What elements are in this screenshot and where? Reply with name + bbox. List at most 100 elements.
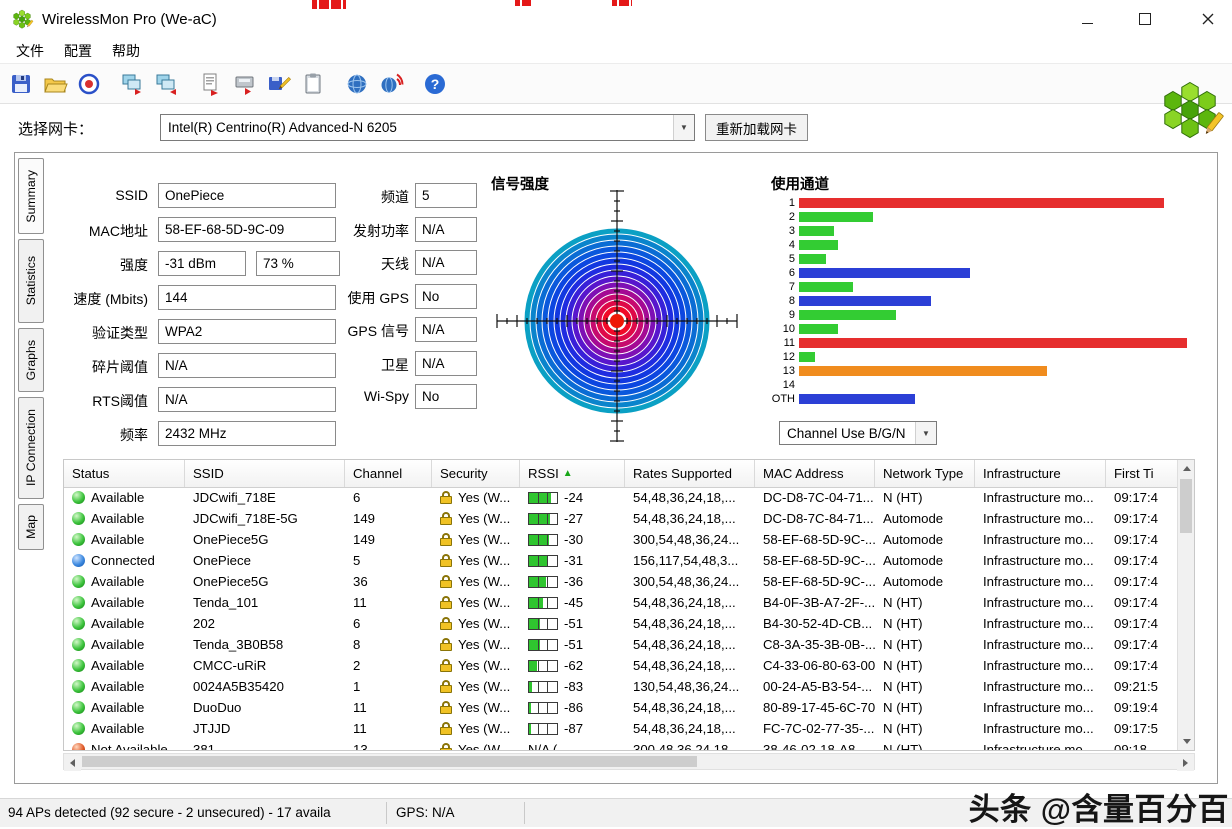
tab-ip-connection[interactable]: IP Connection <box>18 397 44 499</box>
menu-item-help[interactable]: 帮助 <box>102 38 150 64</box>
security-text: Yes (W... <box>458 511 510 526</box>
column-header-channel[interactable]: Channel <box>345 460 432 487</box>
table-row[interactable]: ConnectedOnePiece5Yes (W...-31156,117,54… <box>64 550 1179 571</box>
reload-adapter-button[interactable]: 重新加载网卡 <box>705 114 808 141</box>
export-button[interactable] <box>116 68 150 100</box>
open-button[interactable] <box>38 68 72 100</box>
maximize-icon <box>1139 13 1151 25</box>
status-text: Available <box>91 490 144 505</box>
frequency-field[interactable]: 2432 MHz <box>158 421 336 446</box>
cell-ssid: Tenda_101 <box>185 592 345 613</box>
table-row[interactable]: AvailableCMCC-uRiR2Yes (W...-6254,48,36,… <box>64 655 1179 676</box>
channel-mode-select[interactable]: Channel Use B/G/N ▼ <box>779 421 937 445</box>
cell-security: Yes (W... <box>432 592 520 613</box>
cell-rates: 54,48,36,24,18,... <box>625 697 755 718</box>
security-text: Yes (W... <box>458 595 510 610</box>
table-row[interactable]: AvailableTenda_10111Yes (W...-4554,48,36… <box>64 592 1179 613</box>
signal-meter <box>528 534 558 546</box>
record-button[interactable] <box>72 68 106 100</box>
scroll-down-button[interactable] <box>1178 733 1195 750</box>
cell-text: Infrastructure mo... <box>983 616 1094 631</box>
channel-row: 6 <box>767 267 970 278</box>
cell-text: 54,48,36,24,18,... <box>633 637 736 652</box>
table-row[interactable]: Available0024A5B354201Yes (W...-83130,54… <box>64 676 1179 697</box>
cell-network-type: N (HT) <box>875 655 975 676</box>
cell-infrastructure: Infrastructure mo... <box>975 655 1106 676</box>
table-row[interactable]: Not Available38113Yes (W...N/A (...300,4… <box>64 739 1179 750</box>
send-report-button[interactable] <box>194 68 228 100</box>
fragment-threshold-label: 碎片阈值 <box>26 357 148 373</box>
write-file-button[interactable] <box>262 68 296 100</box>
table-row[interactable]: AvailableOnePiece5G36Yes (W...-36300,54,… <box>64 571 1179 592</box>
column-header-ssid[interactable]: SSID <box>185 460 345 487</box>
cell-security: Yes (W... <box>432 571 520 592</box>
table-row[interactable]: Available2026Yes (W...-5154,48,36,24,18,… <box>64 613 1179 634</box>
scroll-left-button[interactable] <box>64 754 81 771</box>
table-row[interactable]: AvailableDuoDuo11Yes (W...-8654,48,36,24… <box>64 697 1179 718</box>
channel-field[interactable]: 5 <box>415 183 477 208</box>
clipboard-button[interactable] <box>296 68 330 100</box>
cell-text: N (HT) <box>883 490 923 505</box>
down-arrow-icon <box>1183 739 1191 744</box>
cell-rates: 54,48,36,24,18,... <box>625 655 755 676</box>
cell-ssid: DuoDuo <box>185 697 345 718</box>
cell-rssi: -45 <box>520 592 625 613</box>
horizontal-scroll-thumb[interactable] <box>82 756 697 767</box>
import-button[interactable] <box>150 68 184 100</box>
scroll-right-button[interactable] <box>1177 754 1194 771</box>
adapter-select[interactable]: Intel(R) Centrino(R) Advanced-N 6205 ▼ <box>160 114 695 141</box>
table-row[interactable]: AvailableJDCwifi_718E-5G149Yes (W...-275… <box>64 508 1179 529</box>
use-gps-label: 使用 GPS <box>305 288 409 304</box>
scroll-up-button[interactable] <box>1178 460 1195 477</box>
save-button[interactable] <box>4 68 38 100</box>
column-header-rssi[interactable]: RSSI▲ <box>520 460 625 487</box>
maximize-button[interactable] <box>1116 0 1174 38</box>
wi-spy-field[interactable]: No <box>415 384 477 409</box>
table-row[interactable]: AvailableOnePiece5G149Yes (W...-30300,54… <box>64 529 1179 550</box>
table-row[interactable]: AvailableJDCwifi_718E6Yes (W...-2454,48,… <box>64 487 1179 508</box>
horizontal-scrollbar[interactable] <box>63 753 1195 770</box>
menu-item-file[interactable]: 文件 <box>6 38 54 64</box>
close-button[interactable] <box>1174 0 1232 38</box>
tab-map[interactable]: Map <box>18 504 44 550</box>
column-header-security[interactable]: Security <box>432 460 520 487</box>
table-row[interactable]: AvailableTenda_3B0B588Yes (W...-5154,48,… <box>64 634 1179 655</box>
tab-label: IP Connection <box>24 409 38 486</box>
column-header-infra[interactable]: Infrastructure <box>975 460 1106 487</box>
adapter-row: 选择网卡： Intel(R) Centrino(R) Advanced-N 62… <box>0 104 1232 152</box>
column-header-first[interactable]: First Ti <box>1106 460 1179 487</box>
lock-icon <box>440 659 452 672</box>
cell-text: 5 <box>353 553 360 568</box>
channel-label: 3 <box>767 225 795 237</box>
table-row[interactable]: AvailableJTJJD11Yes (W...-8754,48,36,24,… <box>64 718 1179 739</box>
tx-power-field[interactable]: N/A <box>415 217 477 242</box>
cell-text: 11 <box>353 700 367 715</box>
help-button[interactable]: ? <box>418 68 452 100</box>
export-data-button[interactable] <box>228 68 262 100</box>
column-header-type[interactable]: Network Type <box>875 460 975 487</box>
column-label: Status <box>72 466 109 481</box>
vertical-scrollbar[interactable] <box>1177 460 1194 750</box>
web-signal-button[interactable] <box>374 68 408 100</box>
channel-usage-bar <box>799 226 834 236</box>
strength-field[interactable]: -31 dBm <box>158 251 246 276</box>
watermark: 头条 @含量百分百 <box>969 784 1229 829</box>
cell-channel: 1 <box>345 676 432 697</box>
tab-statistics[interactable]: Statistics <box>18 239 44 323</box>
cell-text: 300,48,36,24,18... <box>633 742 739 750</box>
menu-item-config[interactable]: 配置 <box>54 38 102 64</box>
vertical-scroll-thumb[interactable] <box>1180 479 1192 533</box>
column-header-rates[interactable]: Rates Supported <box>625 460 755 487</box>
minimize-button[interactable] <box>1058 0 1116 38</box>
available-status-icon <box>72 491 85 504</box>
cell-text: 09:19:4 <box>1114 700 1158 715</box>
gps-signal-field[interactable]: N/A <box>415 317 477 342</box>
use-gps-field[interactable]: No <box>415 284 477 309</box>
globe-button[interactable] <box>340 68 374 100</box>
satellite-field[interactable]: N/A <box>415 351 477 376</box>
cell-text: 13 <box>353 742 368 750</box>
antenna-field[interactable]: N/A <box>415 250 477 275</box>
column-header-status[interactable]: Status <box>64 460 185 487</box>
status-text: Not Available <box>91 742 168 750</box>
column-header-mac[interactable]: MAC Address <box>755 460 875 487</box>
